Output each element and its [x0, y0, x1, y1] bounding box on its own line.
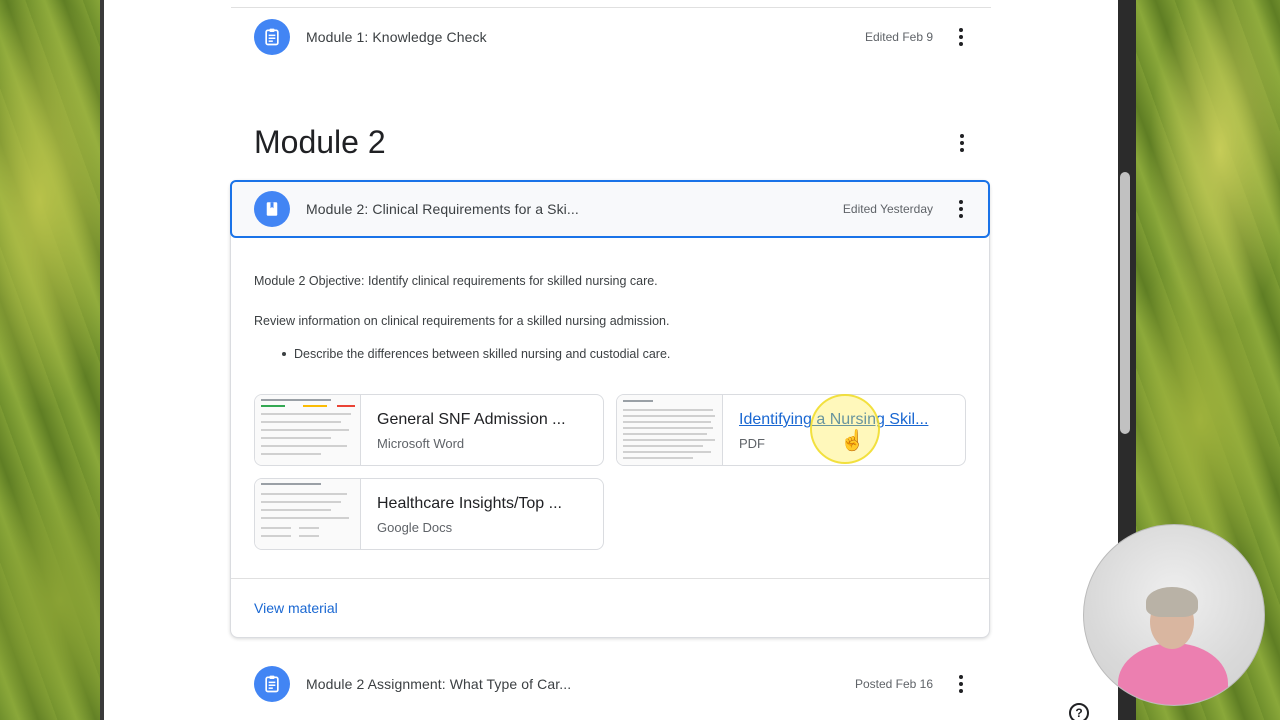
item-title: Module 2 Assignment: What Type of Car... [306, 676, 572, 692]
item-meta: Posted Feb 16 [854, 677, 933, 691]
assignment-icon [254, 666, 290, 702]
bullet-point [282, 352, 286, 356]
presenter-body [1118, 643, 1228, 705]
material-bullet-text: Describe the differences between skilled… [294, 347, 671, 361]
classwork-item-material[interactable]: Module 2: Clinical Requirements for a Sk… [231, 180, 989, 238]
attachment-thumbnail [255, 479, 361, 549]
more-vert-icon[interactable] [949, 25, 973, 49]
item-meta: Edited Yesterday [842, 202, 933, 216]
item-meta: Edited Feb 9 [864, 30, 933, 44]
more-vert-icon[interactable] [949, 672, 973, 696]
attachment-thumbnail [255, 395, 361, 465]
item-title: Module 1: Knowledge Check [306, 29, 487, 45]
attachment-thumbnail [617, 395, 723, 465]
item-title: Module 2: Clinical Requirements for a Sk… [306, 201, 579, 217]
attachment-title[interactable]: General SNF Admission ... [377, 411, 566, 429]
classwork-item-assignment[interactable]: Module 2 Assignment: What Type of Car...… [231, 655, 989, 713]
material-book-icon [254, 191, 290, 227]
scrollbar-thumb[interactable] [1120, 172, 1130, 434]
attachment-card[interactable]: General SNF Admission ... Microsoft Word [254, 394, 604, 466]
material-review-text: Review information on clinical requireme… [254, 314, 670, 328]
more-vert-icon[interactable] [949, 197, 973, 221]
attachment-type: Microsoft Word [377, 436, 465, 451]
material-objective: Module 2 Objective: Identify clinical re… [254, 274, 658, 288]
attachment-card[interactable]: Healthcare Insights/Top ... Google Docs [254, 478, 604, 550]
hand-cursor-icon: ☝ [840, 430, 865, 452]
divider [231, 578, 989, 579]
help-icon[interactable]: ? [1069, 703, 1089, 720]
classwork-item-knowledge-check[interactable]: Module 1: Knowledge Check Edited Feb 9 [231, 8, 989, 66]
topic-title: Module 2 [254, 124, 386, 160]
presenter-hair [1146, 587, 1198, 617]
more-vert-icon[interactable] [950, 131, 974, 155]
attachment-card[interactable]: Identifying a Nursing Skil... PDF [616, 394, 966, 466]
webcam-overlay [1083, 524, 1265, 706]
attachment-type: Google Docs [377, 520, 453, 535]
view-material-link[interactable]: View material [254, 600, 338, 616]
attachment-title[interactable]: Healthcare Insights/Top ... [377, 495, 562, 513]
assignment-icon [254, 19, 290, 55]
attachment-type: PDF [739, 436, 765, 451]
